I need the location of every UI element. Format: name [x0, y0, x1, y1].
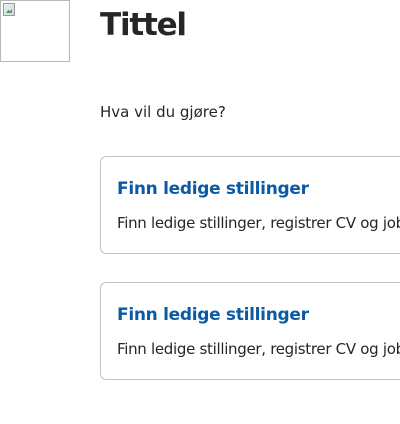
link-card-1[interactable]: Finn ledige stillinger Finn ledige still… [100, 156, 400, 254]
broken-image-placeholder [0, 0, 70, 62]
link-card-description: Finn ledige stillinger, registrer CV og … [117, 214, 400, 232]
page-title: Tittel [100, 7, 187, 43]
broken-image-icon [3, 3, 15, 16]
link-card-title[interactable]: Finn ledige stillinger [117, 177, 309, 201]
link-card-description: Finn ledige stillinger, registrer CV og … [117, 340, 400, 358]
page: Tittel Hva vil du gjøre? Finn ledige sti… [0, 0, 400, 424]
link-card-title[interactable]: Finn ledige stillinger [117, 303, 309, 327]
link-card-2[interactable]: Finn ledige stillinger Finn ledige still… [100, 282, 400, 380]
intro-question: Hva vil du gjøre? [100, 103, 226, 121]
